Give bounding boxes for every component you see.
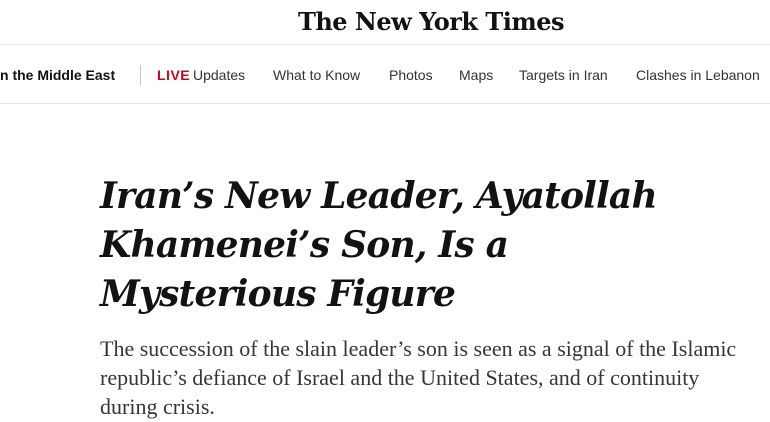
section-title-link[interactable]: n the Middle East bbox=[0, 67, 115, 83]
nyt-logo[interactable]: The New York Times bbox=[298, 7, 565, 36]
masthead: The New York Times bbox=[0, 0, 770, 46]
nav-item-targets-in-iran[interactable]: Targets in Iran bbox=[519, 67, 608, 83]
article-summary: The succession of the slain leader’s son… bbox=[100, 336, 737, 419]
nav-item-clashes-in-lebanon[interactable]: Clashes in Lebanon bbox=[636, 67, 760, 83]
masthead-divider bbox=[0, 44, 770, 45]
nav-item-maps[interactable]: Maps bbox=[459, 67, 493, 83]
live-badge[interactable]: LIVE bbox=[157, 67, 190, 83]
nav-item-photos[interactable]: Photos bbox=[389, 67, 433, 83]
nav-item-what-to-know[interactable]: What to Know bbox=[273, 67, 360, 83]
nav-item-updates[interactable]: Updates bbox=[193, 67, 245, 83]
live-coverage-nav: n the Middle East LIVE Updates What to K… bbox=[0, 62, 770, 90]
article-headline: Iran’s New Leader, Ayatollah Khamenei’s … bbox=[100, 175, 658, 315]
nav-divider-bottom bbox=[0, 103, 770, 104]
nav-divider bbox=[140, 65, 141, 85]
